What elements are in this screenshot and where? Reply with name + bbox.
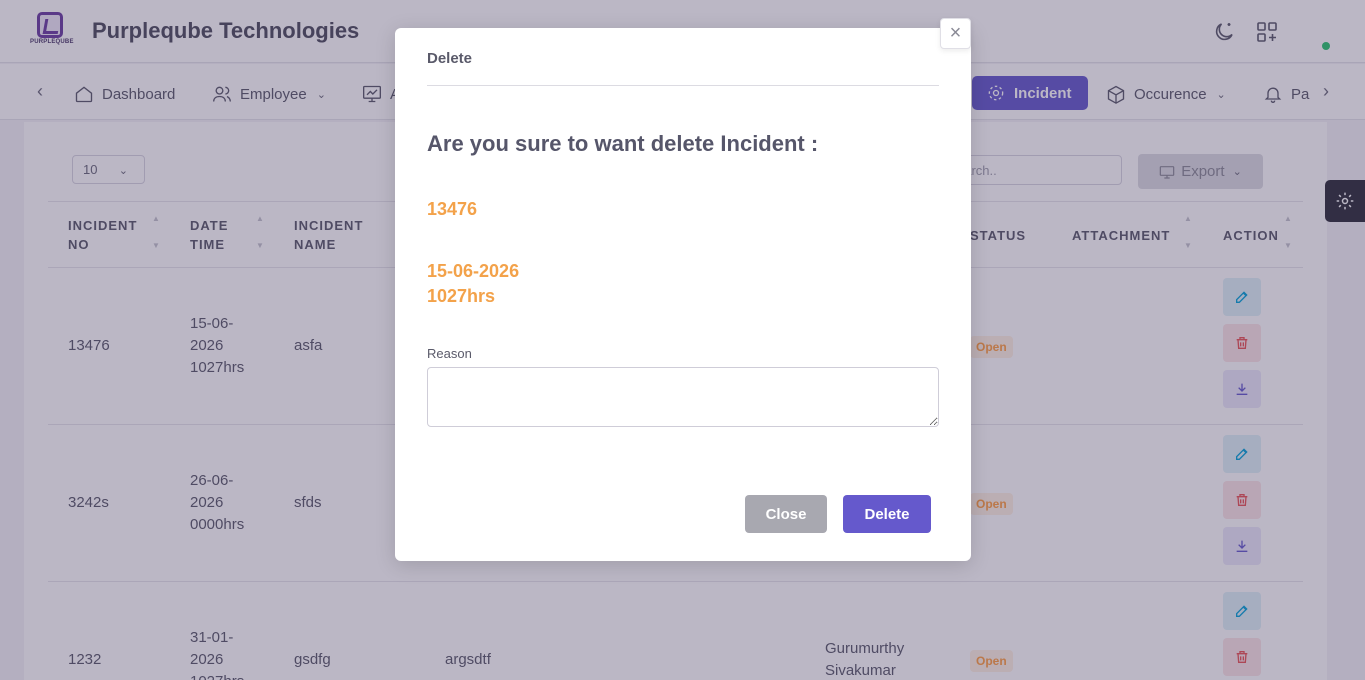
modal-divider bbox=[427, 85, 939, 86]
close-button[interactable]: Close bbox=[745, 495, 827, 533]
close-icon[interactable]: × bbox=[940, 18, 971, 49]
modal-title: Delete bbox=[427, 50, 473, 67]
delete-incident-modal: Delete × Are you sure to want delete Inc… bbox=[395, 18, 971, 561]
incident-time: 1027hrs bbox=[427, 286, 496, 306]
incident-number: 13476 bbox=[427, 199, 478, 219]
incident-date: 15-06-2026 bbox=[427, 261, 520, 281]
delete-button[interactable]: Delete bbox=[843, 495, 931, 533]
reason-label: Reason bbox=[427, 346, 472, 361]
reason-textarea[interactable] bbox=[427, 367, 939, 427]
confirm-question: Are you sure to want delete Incident : bbox=[427, 131, 819, 156]
